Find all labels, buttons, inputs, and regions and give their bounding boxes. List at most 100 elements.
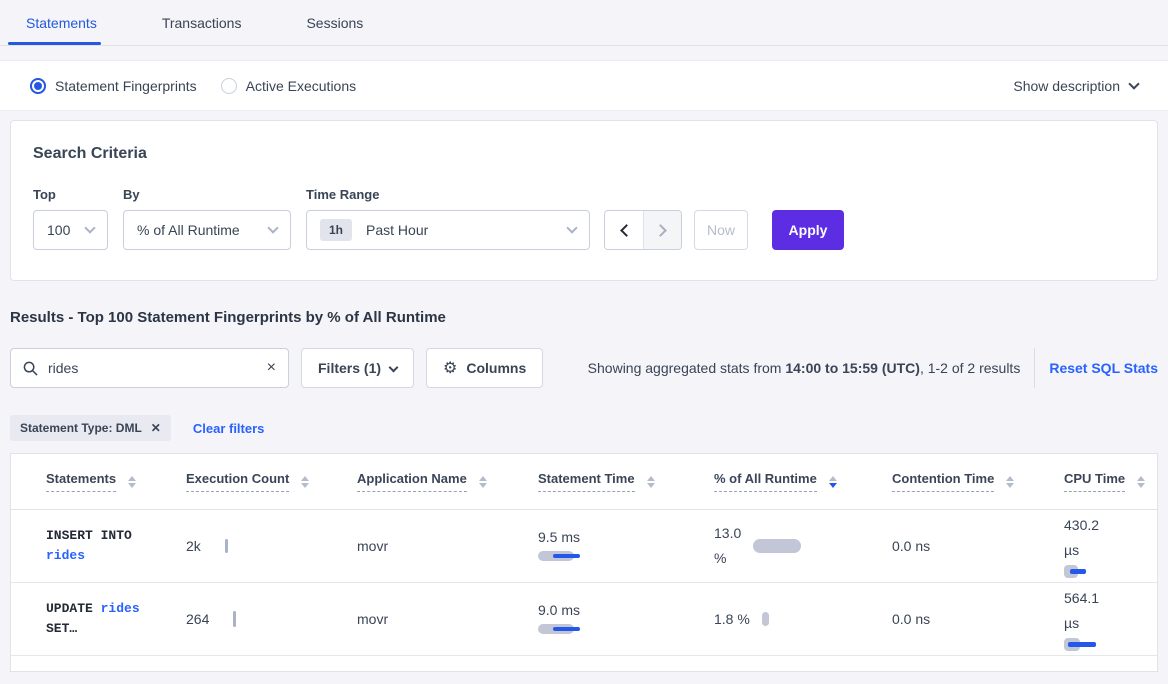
runtime-percent-cell: 13.0% — [714, 521, 892, 571]
cpu-time-cell: 564.1µs — [1064, 586, 1147, 652]
chevron-down-icon — [84, 222, 95, 233]
statement-time-cell: 9.0 ms — [538, 602, 714, 636]
top-select[interactable]: 100 — [33, 210, 108, 250]
table-header-row: Statements Execution Count Application Nam… — [11, 454, 1157, 510]
search-box[interactable]: × — [10, 348, 289, 388]
column-header-label: Execution Count — [186, 471, 289, 492]
execution-count-cell: 264 — [186, 611, 357, 627]
view-toggle-bar: Statement Fingerprints Active Executions… — [0, 60, 1168, 111]
time-range-badge: 1h — [320, 219, 352, 241]
runtime-percent-value: 1.8 % — [714, 607, 750, 632]
statement-fingerprint-link[interactable]: rides — [46, 548, 85, 563]
statement-cell: UPDATE ridesSET… — [46, 599, 186, 639]
runtime-percent-bar — [762, 612, 769, 626]
filter-chip-label: Statement Type: DML — [20, 421, 142, 435]
tab-statements[interactable]: Statements — [26, 0, 97, 45]
column-header[interactable]: Contention Time — [892, 471, 1064, 492]
divider — [1034, 348, 1035, 388]
cpu-time-value: 430.2µs — [1064, 513, 1147, 563]
page-tabs: Statements Transactions Sessions — [0, 0, 1168, 46]
show-description-toggle[interactable]: Show description — [1013, 78, 1138, 94]
runtime-percent-value: 13.0% — [714, 521, 741, 571]
statement-time-bar — [538, 551, 714, 563]
chevron-down-icon — [566, 222, 577, 233]
chevron-down-icon — [267, 222, 278, 233]
column-header-label: Statement Time — [538, 471, 635, 492]
execution-count-cell: 2k — [186, 538, 357, 554]
sort-arrows-icon[interactable] — [128, 476, 136, 488]
time-prev-button[interactable] — [605, 211, 643, 249]
radio-label: Active Executions — [246, 78, 357, 94]
column-header[interactable]: CPU Time — [1064, 471, 1147, 492]
column-header[interactable]: Statements — [46, 471, 186, 492]
top-label: Top — [33, 187, 123, 202]
reset-sql-stats-link[interactable]: Reset SQL Stats — [1049, 360, 1158, 376]
filter-chip-row: Statement Type: DML ✕ Clear filters — [10, 415, 1158, 441]
statement-text: SET… — [46, 621, 77, 636]
column-header-label: Statements — [46, 471, 116, 492]
radio-statement-fingerprints[interactable]: Statement Fingerprints — [30, 78, 197, 94]
sort-arrows-icon[interactable] — [1006, 476, 1014, 488]
statement-time-cell: 9.5 ms — [538, 529, 714, 563]
column-header-label: % of All Runtime — [714, 471, 817, 492]
sort-arrows-icon[interactable] — [1137, 476, 1145, 488]
now-button[interactable]: Now — [694, 210, 748, 250]
radio-selected-icon — [30, 78, 46, 94]
application-name-cell: movr — [357, 538, 538, 554]
sort-arrows-icon[interactable] — [647, 476, 655, 488]
chevron-left-icon — [620, 224, 633, 237]
column-header[interactable]: Application Name — [357, 471, 538, 492]
stats-summary: Showing aggregated stats from 14:00 to 1… — [588, 360, 1021, 376]
statement-time-value: 9.5 ms — [538, 529, 714, 545]
cpu-time-bar — [1064, 565, 1147, 579]
table-row: UPDATE ridesSET…264movr9.0 ms1.8 %0.0 ns… — [11, 583, 1157, 656]
statement-fingerprint-link[interactable]: rides — [101, 601, 140, 616]
cpu-time-value: 564.1µs — [1064, 586, 1147, 636]
time-range-select[interactable]: 1h Past Hour — [306, 210, 590, 250]
search-input[interactable] — [48, 360, 257, 376]
execution-count-bar — [225, 539, 228, 553]
clear-filters-link[interactable]: Clear filters — [193, 421, 265, 436]
columns-button-label: Columns — [466, 360, 526, 376]
top-select-value: 100 — [47, 222, 70, 238]
column-header[interactable]: Execution Count — [186, 471, 357, 492]
sort-arrows-icon[interactable] — [479, 476, 487, 488]
clear-search-icon[interactable]: × — [267, 360, 276, 376]
by-select-value: % of All Runtime — [137, 222, 240, 238]
contention-time-cell: 0.0 ns — [892, 538, 1064, 554]
statement-text: INSERT INTO — [46, 528, 132, 543]
chevron-down-icon — [389, 362, 399, 372]
time-next-button[interactable] — [643, 211, 681, 249]
execution-count-value: 264 — [186, 611, 209, 627]
column-header[interactable]: Statement Time — [538, 471, 714, 492]
radio-active-executions[interactable]: Active Executions — [221, 78, 357, 94]
time-nav-group — [604, 210, 682, 250]
remove-filter-icon[interactable]: ✕ — [151, 421, 161, 435]
gear-icon: ⚙ — [443, 358, 457, 378]
sort-arrows-icon[interactable] — [301, 476, 309, 488]
cpu-time-cell: 430.2µs — [1064, 513, 1147, 579]
by-select[interactable]: % of All Runtime — [123, 210, 291, 250]
runtime-percent-bar — [753, 539, 801, 553]
columns-button[interactable]: ⚙ Columns — [426, 348, 543, 388]
column-header-label: Contention Time — [892, 471, 994, 492]
sort-arrows-icon[interactable] — [829, 476, 837, 488]
chevron-right-icon — [654, 224, 667, 237]
radio-unselected-icon — [221, 78, 237, 94]
execution-count-bar — [233, 611, 236, 627]
column-header-label: CPU Time — [1064, 471, 1125, 492]
results-toolbar: × Filters (1) ⚙ Columns Showing aggregat… — [10, 348, 1158, 388]
apply-button[interactable]: Apply — [772, 210, 844, 250]
filter-chip-statement-type[interactable]: Statement Type: DML ✕ — [10, 415, 171, 441]
chevron-down-icon — [1128, 78, 1139, 89]
time-range-value: Past Hour — [366, 222, 428, 238]
runtime-percent-cell: 1.8 % — [714, 607, 892, 632]
search-criteria-card: Search Criteria Top 100 By % of All Runt… — [10, 120, 1158, 281]
filters-button[interactable]: Filters (1) — [301, 348, 414, 388]
tab-sessions[interactable]: Sessions — [306, 0, 363, 45]
show-description-label: Show description — [1013, 78, 1120, 94]
column-header[interactable]: % of All Runtime — [714, 471, 892, 492]
results-heading: Results - Top 100 Statement Fingerprints… — [10, 309, 1158, 326]
by-label: By — [123, 187, 306, 202]
tab-transactions[interactable]: Transactions — [162, 0, 242, 45]
